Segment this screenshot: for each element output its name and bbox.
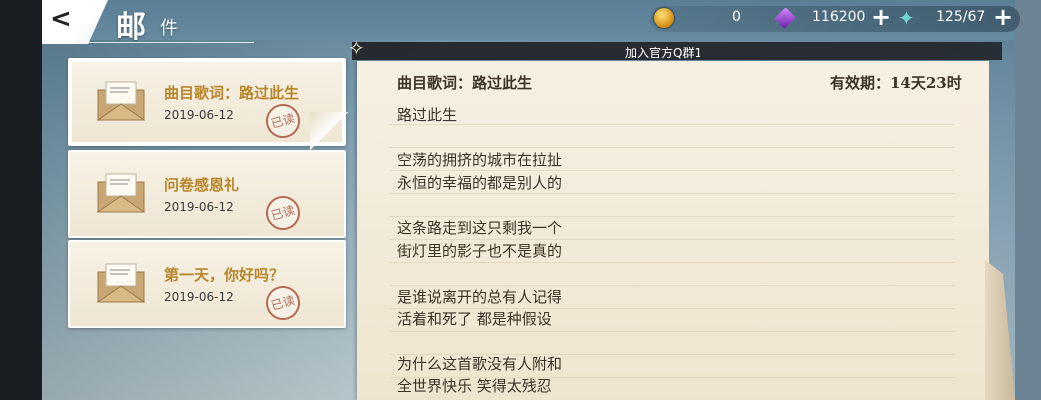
left-edge: [0, 0, 42, 400]
lyric-line: 街灯里的影子也不是真的: [397, 242, 563, 260]
envelope-icon: [96, 81, 146, 121]
lyric-line: 全世界快乐 笑得太残忍: [397, 377, 552, 395]
stamina-icon: ✦: [898, 6, 915, 30]
mail-item[interactable]: 第一天，你好吗？ 2019-06-12 已读: [68, 240, 346, 328]
mail-subject: 问卷感恩礼: [164, 176, 240, 194]
detail-title: 曲目歌词：路过此生: [397, 74, 533, 92]
notice-text[interactable]: 加入官方Q群1: [625, 44, 700, 61]
title-underline: [84, 42, 254, 43]
mail-subject: 第一天，你好吗？: [164, 266, 285, 284]
read-stamp: 已读: [262, 282, 304, 324]
stamina-value: 125/67: [936, 9, 986, 25]
add-stamina-button[interactable]: +: [993, 4, 1013, 30]
back-arrow-icon[interactable]: <: [50, 4, 72, 34]
add-gem-button[interactable]: +: [871, 4, 891, 30]
page-title-sub: 件: [160, 18, 178, 39]
mail-date: 2019-06-12: [164, 108, 234, 122]
lyric-line: 活着和死了 都是种假设: [397, 310, 552, 328]
paper-crane-icon: ✧: [348, 36, 365, 60]
gem-value: 116200: [812, 9, 866, 25]
envelope-icon: [96, 173, 146, 213]
detail-expiry: 有效期：14天23时: [830, 74, 962, 92]
read-stamp: 已读: [262, 100, 304, 142]
mail-item[interactable]: 曲目歌词：路过此生 2019-06-12 已读: [68, 58, 348, 150]
mail-date: 2019-06-12: [164, 200, 234, 214]
mail-item[interactable]: 问卷感恩礼 2019-06-12 已读: [68, 150, 346, 238]
lyric-line: 为什么这首歌没有人附和: [397, 355, 563, 373]
right-edge: [1015, 0, 1041, 400]
page-title: 邮: [116, 10, 148, 45]
lyric-line: 路过此生: [397, 106, 458, 124]
page-curl: [310, 112, 348, 150]
mail-subject: 曲目歌词：路过此生: [164, 84, 300, 102]
mail-date: 2019-06-12: [164, 290, 234, 304]
gold-coin-icon: [654, 8, 674, 28]
lyric-line: 这条路走到这只剩我一个: [397, 219, 563, 237]
envelope-icon: [96, 263, 146, 303]
read-stamp: 已读: [262, 192, 304, 234]
gold-value: 0: [732, 9, 741, 25]
lyric-line: 是谁说离开的总有人记得: [397, 288, 563, 306]
lyric-line: 永恒的幸福的都是别人的: [397, 174, 563, 192]
lyric-line: 空荡的拥挤的城市在拉扯: [397, 151, 563, 169]
